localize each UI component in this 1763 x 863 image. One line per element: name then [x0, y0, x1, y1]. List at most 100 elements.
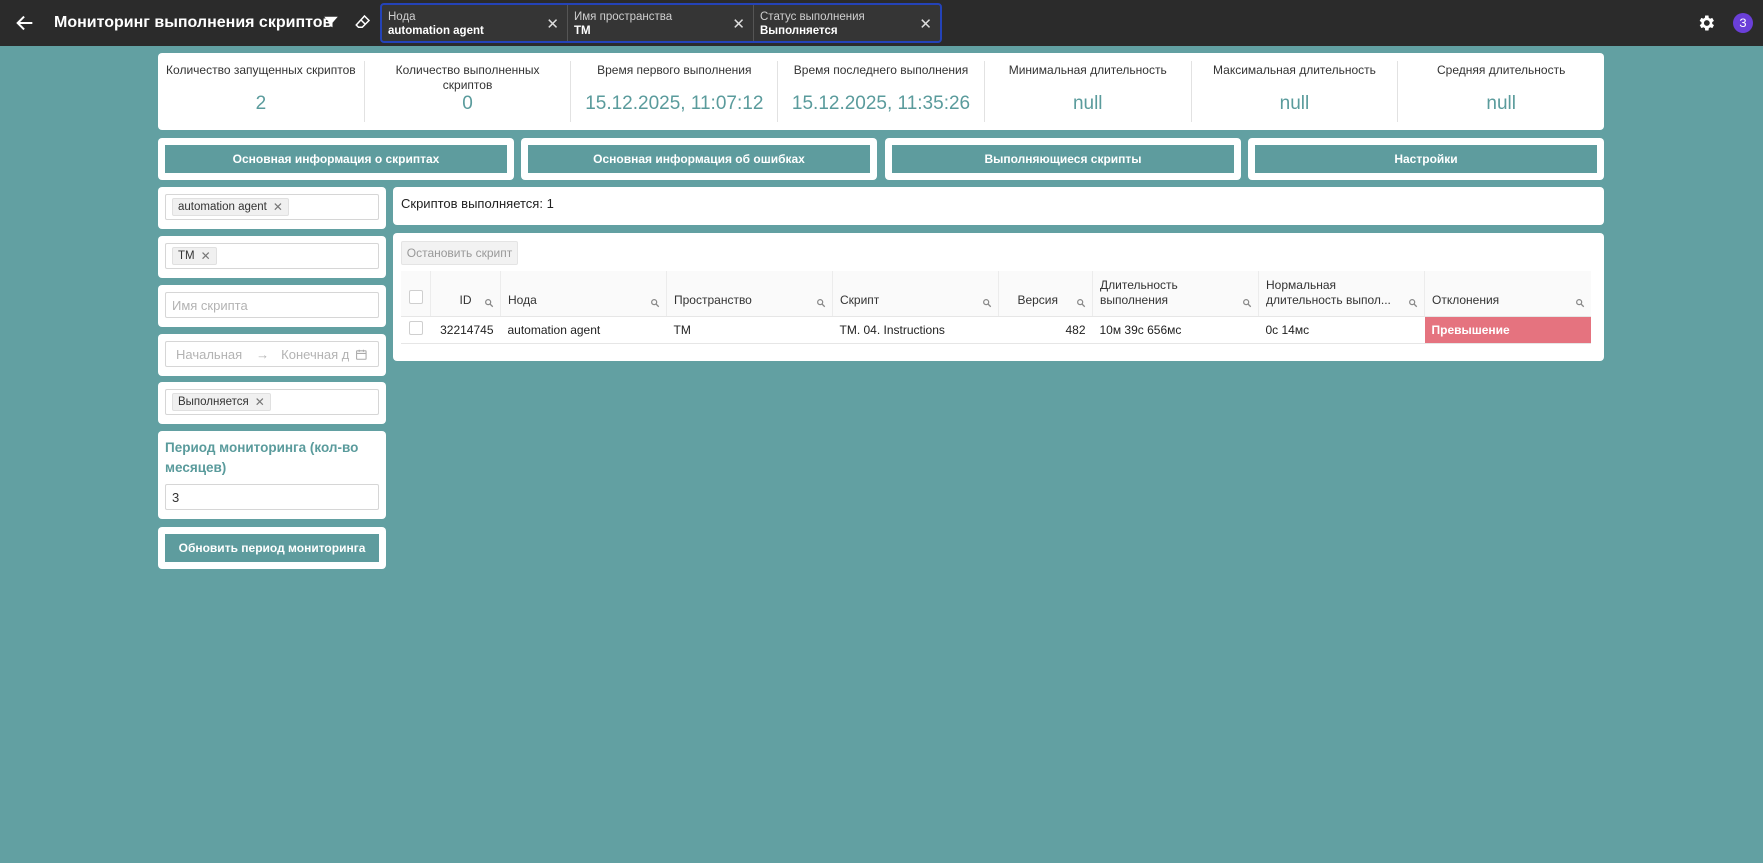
table-header-row: ID Нода Пространство Скрипт Версия Длите… [401, 271, 1591, 317]
filter-chip-node[interactable]: Нода automation agent ✕ [382, 5, 568, 41]
filter-icon[interactable] [322, 13, 340, 31]
scripts-table: ID Нода Пространство Скрипт Версия Длите… [401, 271, 1591, 344]
stat-first-run: Время первого выполнения 15.12.2025, 11:0… [571, 61, 779, 122]
table-row[interactable]: 32214745 automation agent TM TM. 04. Ins… [401, 316, 1591, 344]
space-tag: TM ✕ [172, 247, 217, 265]
close-icon[interactable]: ✕ [546, 15, 559, 33]
period-title: Период мониторинга (кол-во месяцев) [165, 440, 359, 475]
avatar[interactable]: З [1733, 13, 1753, 33]
stat-value: 0 [462, 93, 473, 114]
stat-value: 2 [255, 93, 267, 114]
tab-scripts-info[interactable]: Основная информация о скриптах [165, 145, 507, 173]
row-checkbox[interactable] [409, 321, 423, 335]
cell-duration: 10м 39с 656мс [1092, 316, 1259, 344]
date-end-placeholder[interactable]: Конечная д [281, 347, 349, 362]
close-icon[interactable]: ✕ [919, 15, 932, 33]
space-select[interactable]: TM ✕ [165, 243, 379, 269]
col-id: ID [430, 271, 501, 317]
stat-value: null [1486, 93, 1516, 114]
stat-label: Количество запущенных скриптов [166, 63, 356, 77]
stat-max-duration: Максимальная длительность null [1192, 61, 1399, 122]
filter-chip-value: automation agent [388, 25, 484, 37]
search-icon[interactable] [484, 298, 494, 308]
stat-started: Количество запущенных скриптов 2 [158, 61, 365, 122]
gear-icon[interactable] [1696, 13, 1716, 33]
stat-avg-duration: Средняя длительность null [1398, 61, 1604, 122]
period-box: Период мониторинга (кол-во месяцев) 3 [158, 431, 386, 519]
close-icon[interactable]: ✕ [732, 15, 745, 33]
col-duration: Длительность выполнения [1092, 271, 1259, 317]
node-filter-box: automation agent ✕ [158, 187, 386, 229]
tab-box: Выполняющиеся скрипты [885, 138, 1241, 180]
col-space: Пространство [666, 271, 833, 317]
status-select[interactable]: Выполняется ✕ [165, 389, 379, 415]
cell-normal-duration: 0с 14мс [1258, 316, 1425, 344]
filter-chip-space[interactable]: Имя пространства TM ✕ [568, 5, 754, 41]
tab-box: Настройки [1248, 138, 1604, 180]
filter-chip-value: Выполняется [760, 25, 838, 37]
row-select-cell [401, 316, 431, 344]
col-deviation: Отклонения [1424, 271, 1591, 317]
col-label: Версия [1017, 292, 1058, 307]
search-icon[interactable] [1076, 298, 1086, 308]
stat-completed: Количество выполненных скриптов 0 [365, 61, 572, 122]
status-filter-box: Выполняется ✕ [158, 382, 386, 424]
date-start-placeholder[interactable]: Начальная [176, 347, 244, 362]
close-icon[interactable]: ✕ [201, 249, 211, 263]
search-icon[interactable] [982, 298, 992, 308]
calendar-icon[interactable] [355, 348, 368, 361]
close-icon[interactable]: ✕ [273, 200, 283, 214]
col-label: Пространство [674, 292, 752, 307]
search-icon[interactable] [650, 298, 660, 308]
col-script: Скрипт [832, 271, 999, 317]
stat-label: Количество выполненных скриптов [395, 63, 540, 92]
stat-value: 15.12.2025, 11:07:12 [585, 93, 764, 114]
top-bar: Мониторинг выполнения скриптов Нода auto… [0, 0, 1763, 46]
date-arrow: → [256, 346, 270, 362]
tag-label: automation agent [178, 201, 267, 213]
stat-value: null [1072, 93, 1103, 114]
date-range-picker[interactable]: Начальная → Конечная д [165, 341, 379, 367]
tab-running-scripts[interactable]: Выполняющиеся скрипты [892, 145, 1234, 173]
cell-deviation: Превышение [1424, 316, 1591, 344]
stat-value: null [1279, 93, 1310, 114]
tag-label: Выполняется [178, 396, 249, 408]
filter-chip-value: TM [574, 25, 591, 37]
stats-panel: Количество запущенных скриптов 2 Количест… [158, 53, 1604, 130]
stat-label: Средняя длительность [1436, 63, 1566, 77]
page-title: Мониторинг выполнения скриптов [54, 14, 333, 31]
tab-errors-info[interactable]: Основная информация об ошибках [528, 145, 870, 173]
tag-label: TM [178, 250, 195, 262]
update-period-button[interactable]: Обновить период мониторинга [165, 534, 379, 562]
date-filter-box: Начальная → Конечная д [158, 334, 386, 376]
active-filters: Нода automation agent ✕ Имя пространства… [380, 3, 942, 43]
space-filter-box: TM ✕ [158, 236, 386, 278]
script-filter-box: Имя скрипта [158, 285, 386, 327]
select-all-checkbox[interactable] [409, 289, 423, 304]
close-icon[interactable]: ✕ [255, 395, 265, 409]
col-node: Нода [500, 271, 667, 317]
stop-script-button[interactable]: Остановить скрипт [401, 241, 518, 265]
running-count: Скриптов выполняется: 1 [393, 187, 1604, 225]
col-label: Длительность выполнения [1100, 277, 1178, 307]
period-input[interactable]: 3 [165, 484, 379, 510]
stat-last-run: Время последнего выполнения 15.12.2025, 1… [778, 61, 985, 122]
tab-settings[interactable]: Настройки [1255, 145, 1597, 173]
col-label: Скрипт [840, 292, 880, 307]
search-icon[interactable] [816, 298, 826, 308]
col-label: ID [459, 292, 472, 307]
search-icon[interactable] [1242, 298, 1252, 308]
search-icon[interactable] [1408, 298, 1418, 308]
node-select[interactable]: automation agent ✕ [165, 194, 379, 220]
stat-label: Время последнего выполнения [793, 63, 969, 77]
filter-chip-status[interactable]: Статус выполнения Выполняется ✕ [754, 5, 940, 41]
col-label: Отклонения [1432, 292, 1500, 307]
node-tag: automation agent ✕ [172, 198, 289, 216]
cell-node: automation agent [500, 316, 667, 344]
col-label: Нода [508, 292, 537, 307]
script-name-input[interactable]: Имя скрипта [165, 292, 379, 318]
back-arrow-icon[interactable] [14, 12, 36, 34]
cell-id: 32214745 [430, 316, 501, 344]
search-icon[interactable] [1575, 298, 1585, 308]
eraser-icon[interactable] [354, 13, 372, 31]
